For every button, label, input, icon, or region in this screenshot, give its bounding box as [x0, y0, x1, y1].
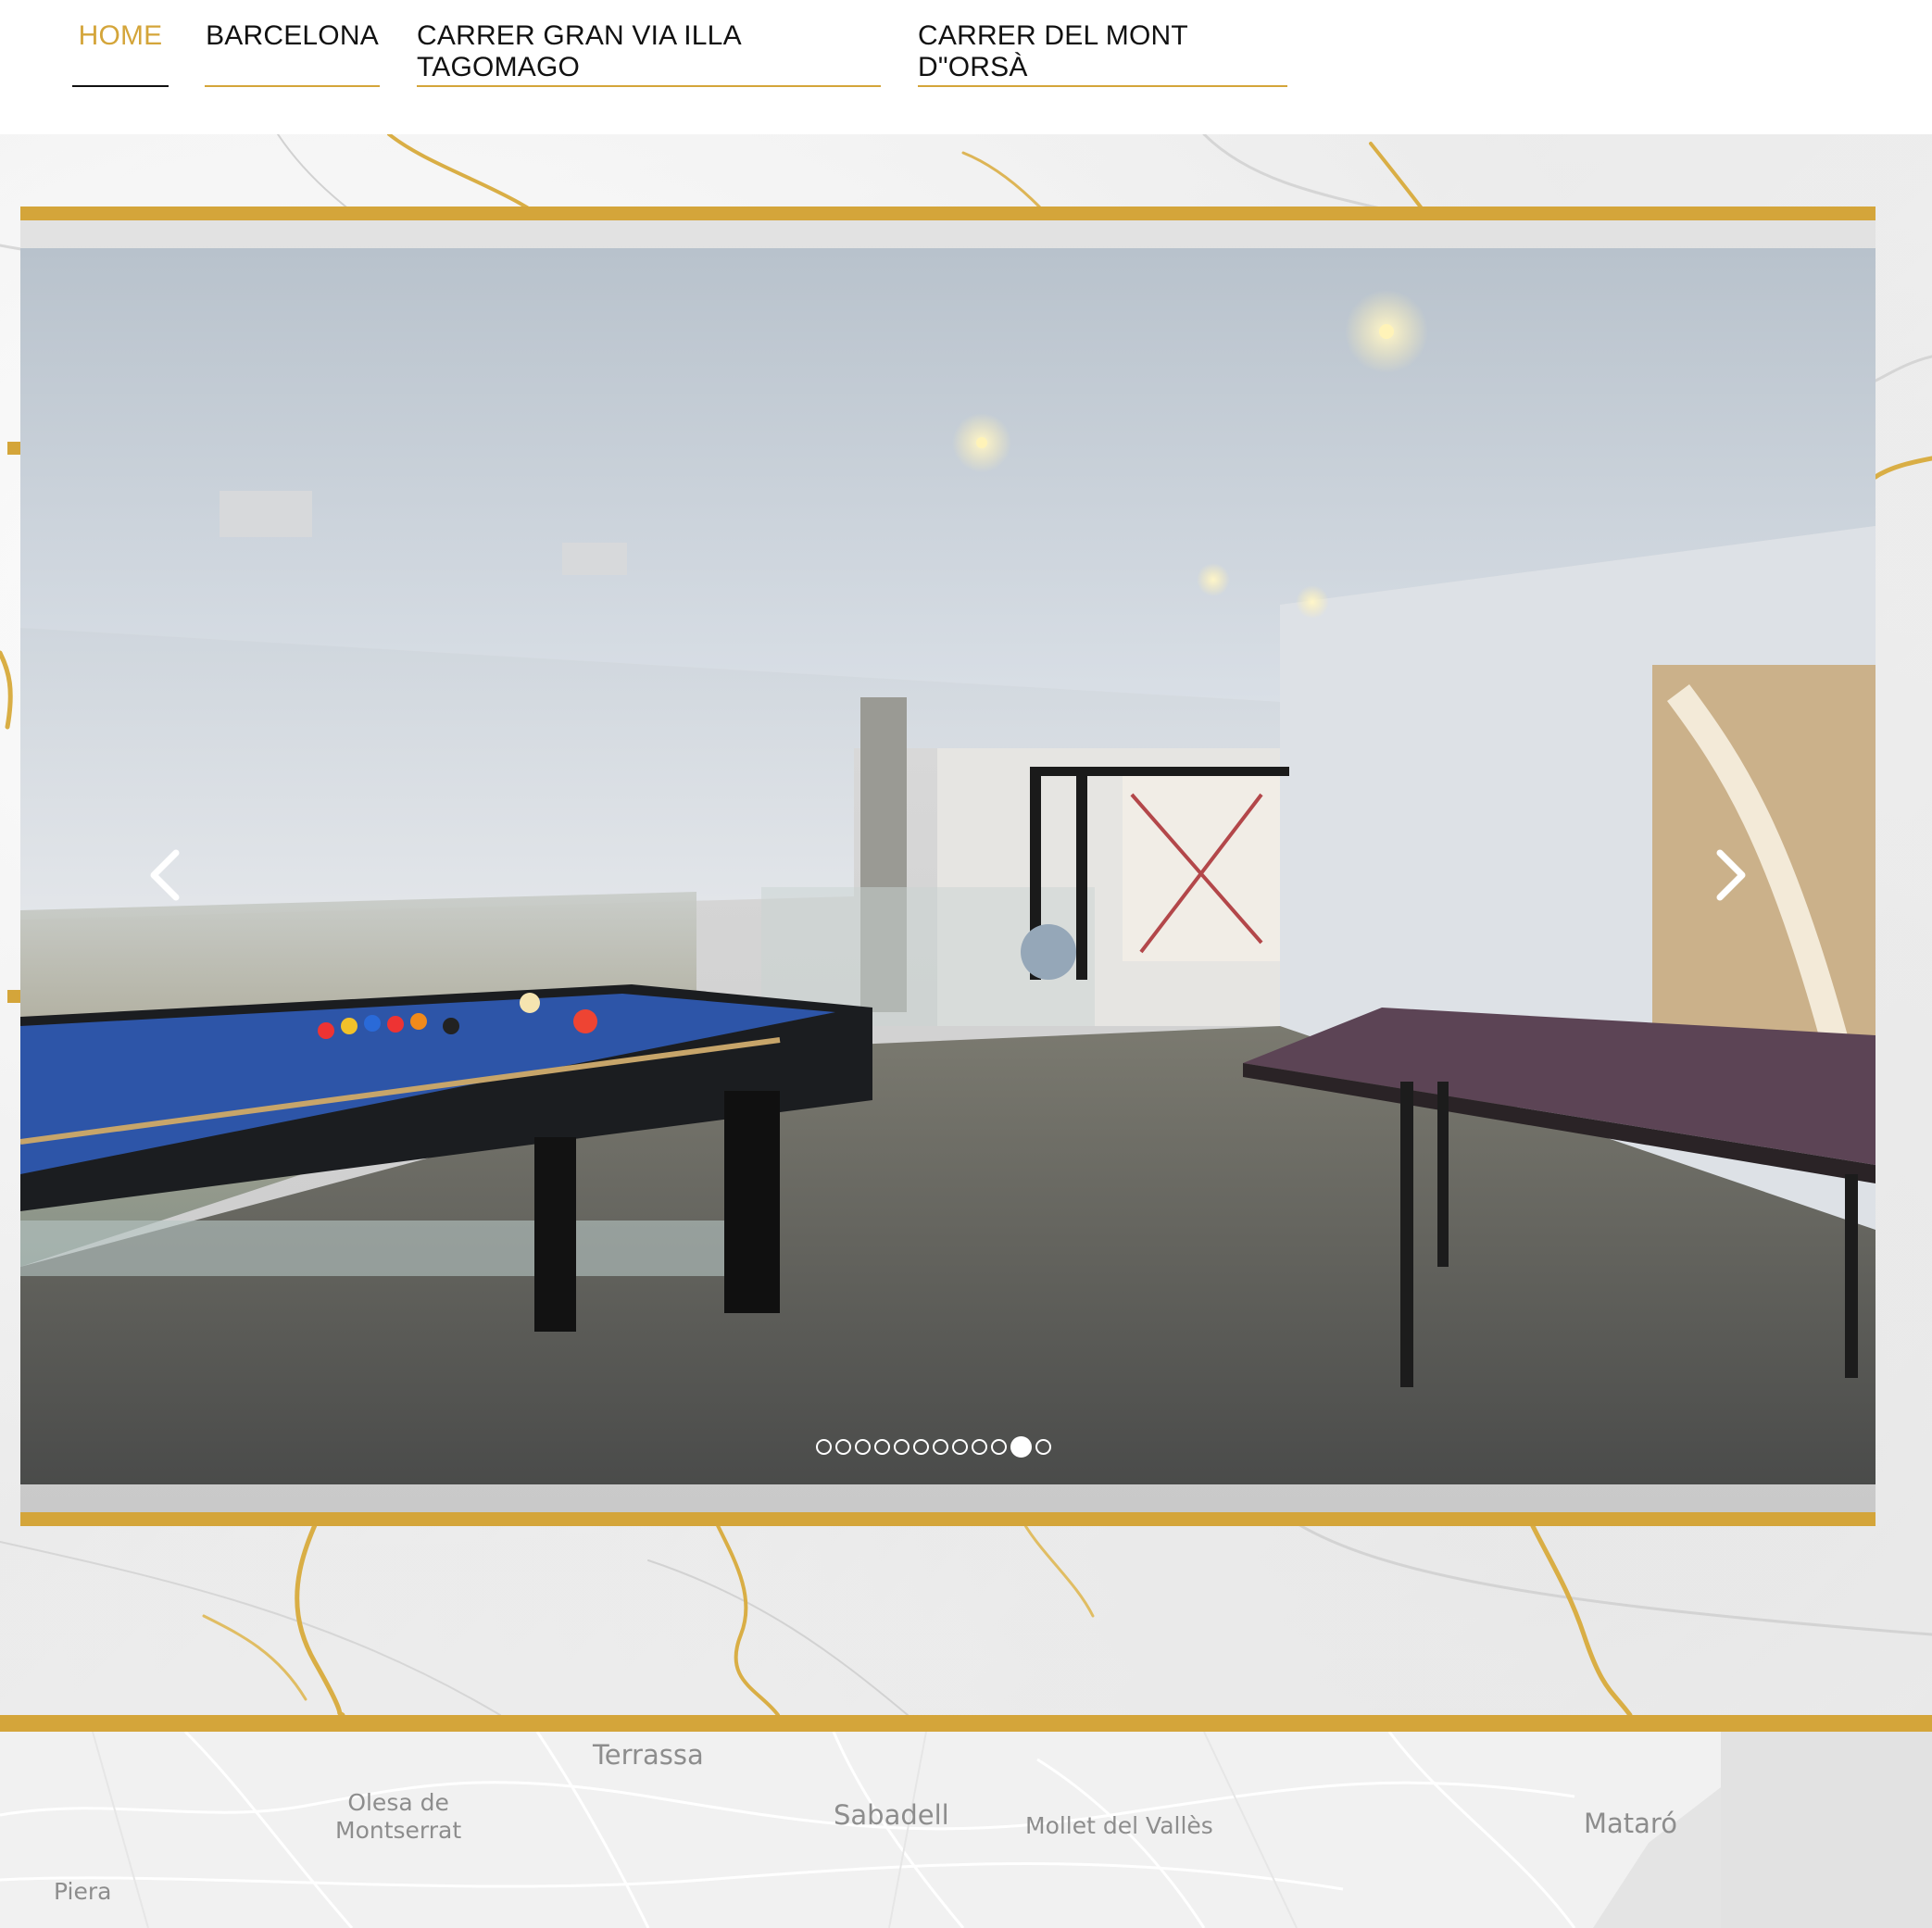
- map-label-mataro: Mataró: [1584, 1808, 1677, 1839]
- slide-dot[interactable]: [972, 1439, 987, 1455]
- slideshow-prev-button[interactable]: [137, 843, 193, 908]
- slideshow-pagination: [816, 1436, 1051, 1459]
- chevron-right-icon: [1716, 849, 1746, 901]
- slide-dot[interactable]: [952, 1439, 968, 1455]
- chevron-left-icon: [150, 849, 180, 901]
- slideshow-bottom-border: [20, 1512, 1876, 1526]
- slide-dot[interactable]: [913, 1439, 929, 1455]
- slide-dot[interactable]: [933, 1439, 948, 1455]
- slide-dot-active[interactable]: [1010, 1436, 1032, 1458]
- slide-dot[interactable]: [894, 1439, 910, 1455]
- map-label-terrassa: Terrassa: [593, 1739, 704, 1771]
- map-label-olesa: Olesa de Montserrat: [335, 1789, 462, 1844]
- slideshow-top-border: [20, 207, 1876, 220]
- nav-item-carrer-gran-via[interactable]: CARRER GRAN VIA ILLA TAGOMAGO: [417, 0, 881, 87]
- slideshow-next-button[interactable]: [1703, 843, 1759, 908]
- main-navigation: HOME BARCELONA CARRER GRAN VIA ILLA TAGO…: [0, 0, 1932, 134]
- gold-side-marker: [7, 442, 20, 455]
- map-label-piera: Piera: [54, 1878, 112, 1905]
- slide-dot[interactable]: [874, 1439, 890, 1455]
- nav-item-barcelona[interactable]: BARCELONA: [205, 0, 380, 87]
- slide-dot[interactable]: [816, 1439, 832, 1455]
- slide-dot[interactable]: [855, 1439, 871, 1455]
- gold-side-marker: [7, 990, 20, 1003]
- map-top-border: [0, 1715, 1932, 1732]
- location-map[interactable]: Terrassa Olesa de Montserrat Sabadell Mo…: [0, 1732, 1932, 1928]
- map-label-mollet: Mollet del Vallès: [1025, 1812, 1213, 1839]
- map-label-sabadell: Sabadell: [834, 1799, 949, 1831]
- slide-dot[interactable]: [1035, 1439, 1051, 1455]
- map-sea-area: [1721, 1732, 1932, 1928]
- slide-dot[interactable]: [991, 1439, 1007, 1455]
- nav-item-carrer-mont-dorsa[interactable]: CARRER DEL MONT D"ORSÀ: [918, 0, 1287, 87]
- slide-dot[interactable]: [835, 1439, 851, 1455]
- nav-item-home[interactable]: HOME: [72, 0, 169, 87]
- slideshow-photo[interactable]: [20, 248, 1876, 1484]
- game-room-photo-illustration: [20, 248, 1876, 1484]
